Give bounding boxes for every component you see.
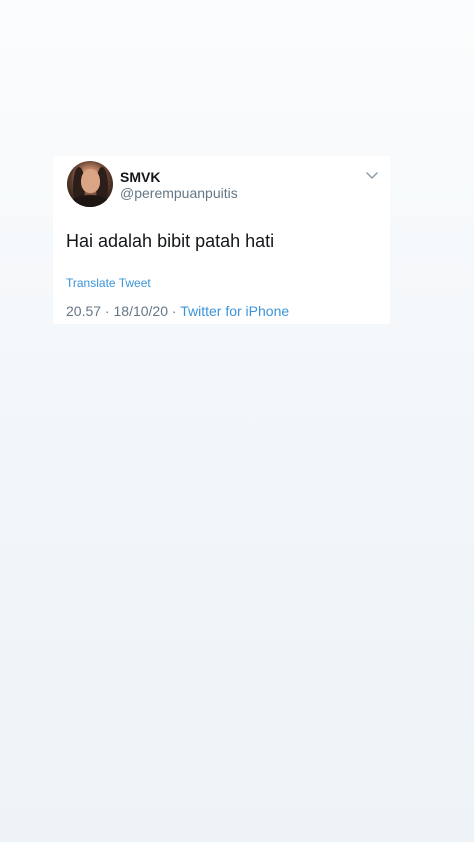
tweet-metadata: 20.57 · 18/10/20 · Twitter for iPhone — [66, 303, 289, 319]
tweet-time: 20.57 — [66, 303, 102, 319]
translate-tweet-link[interactable]: Translate Tweet — [66, 276, 151, 290]
avatar-face — [81, 169, 100, 193]
display-name[interactable]: SMVK — [120, 169, 160, 185]
meta-separator: · — [101, 303, 114, 319]
tweet-date: 18/10/20 — [113, 303, 169, 319]
meta-separator: · — [168, 303, 181, 319]
chevron-down-icon[interactable] — [366, 170, 378, 180]
tweet-text: Hai adalah bibit patah hati — [66, 231, 275, 251]
tweet-source-link[interactable]: Twitter for iPhone — [180, 303, 289, 319]
tweet-card[interactable]: SMVK @perempuanpuitis Hai adalah bibit p… — [53, 156, 390, 324]
avatar[interactable] — [67, 161, 113, 207]
user-handle[interactable]: @perempuanpuitis — [120, 185, 238, 201]
